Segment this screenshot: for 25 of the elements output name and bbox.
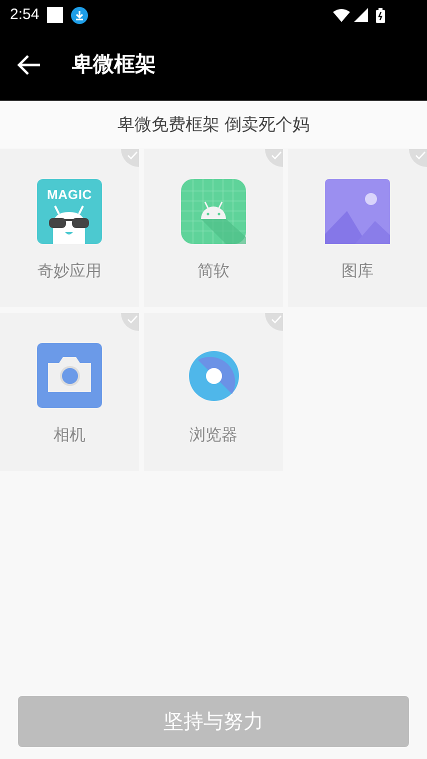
camera-icon [37, 343, 102, 408]
app-title: 卑微框架 [72, 52, 156, 78]
app-tile[interactable]: 浏览器 [144, 313, 283, 471]
wifi-icon [333, 8, 350, 22]
app-tile[interactable]: MAGIC 奇妙应用 [0, 149, 139, 307]
notification-square-icon [47, 7, 64, 23]
signal-icon [354, 8, 368, 22]
app-label: 图库 [342, 262, 374, 282]
sunglasses-robot-icon: MAGIC [37, 179, 102, 244]
battery-icon [376, 8, 385, 22]
download-icon [71, 6, 88, 24]
app-label: 奇妙应用 [38, 262, 102, 282]
app-tile[interactable]: 简软 [144, 149, 283, 307]
persist-button: 坚持与努力 [18, 696, 409, 747]
landscape-image-icon [325, 179, 390, 244]
app-label: 简软 [198, 262, 230, 282]
subtitle-text: 卑微免费框架 倒卖死个妈 [118, 114, 310, 136]
app-tile[interactable]: 相机 [0, 313, 139, 471]
android-icon [181, 179, 246, 244]
browser-icon [188, 350, 240, 402]
back-arrow-icon [17, 54, 41, 76]
status-time: 2:54 [10, 4, 40, 25]
app-label: 浏览器 [190, 426, 238, 446]
app-label: 相机 [54, 426, 86, 446]
app-tile[interactable]: 图库 [288, 149, 427, 307]
